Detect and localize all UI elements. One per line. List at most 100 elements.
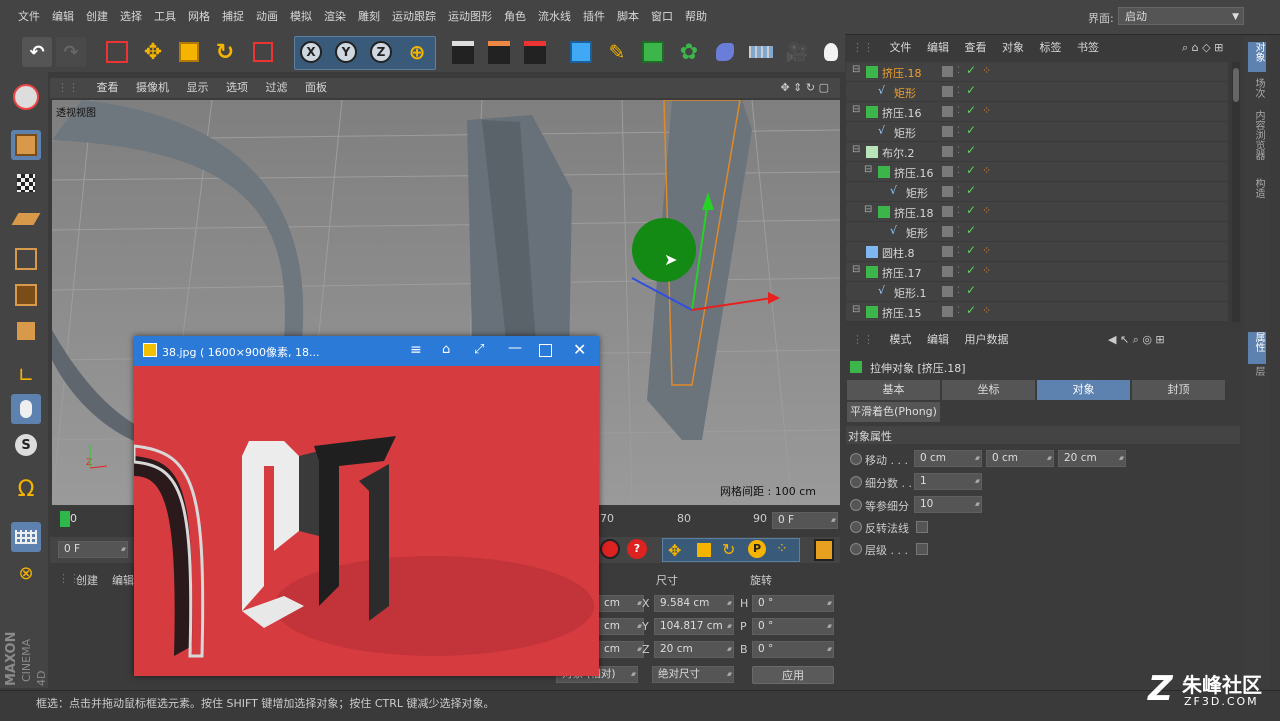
menu-item-7[interactable]: 动画 (250, 0, 284, 34)
menu-item-2[interactable]: 创建 (80, 0, 114, 34)
z-axis-button[interactable]: Z (366, 37, 396, 67)
expand-toggle-icon[interactable]: ⊟ (864, 204, 872, 215)
object-row[interactable]: ⊟ 挤压.16 ⁚ ✓ ⁘ (846, 162, 1228, 182)
om-menu-edit[interactable]: 编辑 (921, 38, 955, 58)
attr-menu-mode[interactable]: 模式 (884, 330, 918, 350)
menu-item-9[interactable]: 渲染 (318, 0, 352, 34)
start-frame-field[interactable]: 0 F (58, 541, 128, 558)
phong-tag-icon[interactable]: ⁘ (982, 164, 991, 177)
enabled-check-icon[interactable]: ✓ (966, 283, 976, 297)
layer-swatch[interactable] (942, 226, 953, 237)
move-animate-radio[interactable] (850, 453, 862, 465)
viewer-fullscreen-icon[interactable]: ⤢ (474, 342, 484, 357)
current-frame-field[interactable]: 0 F (772, 512, 838, 529)
attr-tab-phong[interactable]: 平滑着色(Phong) (847, 402, 941, 422)
camera-button[interactable]: 🎥 (782, 37, 812, 67)
attr-tab-object[interactable]: 对象 (1037, 380, 1131, 400)
menu-item-16[interactable]: 脚本 (611, 0, 645, 34)
cube-primitive-button[interactable] (566, 37, 596, 67)
viewer-pin-icon[interactable]: ⌂ (442, 342, 450, 357)
object-row[interactable]: 圆柱.8 ⁚ ✓ ⁘ (846, 242, 1228, 262)
menu-item-11[interactable]: 运动跟踪 (386, 0, 442, 34)
viewer-close-icon[interactable]: ✕ (573, 340, 586, 359)
flip-animate-radio[interactable] (850, 521, 862, 533)
expand-toggle-icon[interactable]: ⊟ (852, 144, 860, 155)
redo-button[interactable]: ↷ (56, 37, 86, 67)
key-scale-icon[interactable] (697, 543, 711, 557)
floor-button[interactable] (746, 37, 776, 67)
layer-swatch[interactable] (942, 126, 953, 137)
lock-workplane-button[interactable]: ⊗ (11, 558, 41, 588)
phong-tag-icon[interactable]: ⁘ (982, 264, 991, 277)
visibility-dots-icon[interactable]: ⁚ (957, 166, 960, 176)
enabled-check-icon[interactable]: ✓ (966, 163, 976, 177)
render-settings-button[interactable] (520, 37, 550, 67)
viewport-menu-filter[interactable]: 过滤 (259, 78, 295, 98)
apply-button[interactable]: 应用 (752, 666, 834, 684)
axis-mode-button[interactable]: ∟ (11, 360, 41, 390)
light-button[interactable] (816, 37, 846, 67)
texture-mode-button[interactable] (11, 168, 41, 198)
enabled-check-icon[interactable]: ✓ (966, 263, 976, 277)
menu-item-15[interactable]: 插件 (577, 0, 611, 34)
viewport-menu-options[interactable]: 选项 (219, 78, 255, 98)
subdivision-button[interactable] (638, 37, 668, 67)
om-menu-tags[interactable]: 标签 (1034, 38, 1068, 58)
side-tab-content-browser[interactable]: 内容浏览器 (1248, 110, 1266, 176)
visibility-dots-icon[interactable]: ⁚ (957, 86, 960, 96)
edges-mode-button[interactable] (11, 280, 41, 310)
polygons-mode-button[interactable] (11, 316, 41, 346)
rot-b-field[interactable]: 0 ° (752, 641, 834, 658)
visibility-dots-icon[interactable]: ⁚ (957, 126, 960, 136)
menu-item-0[interactable]: 文件 (12, 0, 46, 34)
visibility-dots-icon[interactable]: ⁚ (957, 226, 960, 236)
layer-swatch[interactable] (942, 306, 953, 317)
grid-snap-button[interactable] (11, 522, 41, 552)
viewport-menu-panel[interactable]: 面板 (298, 78, 334, 98)
layer-swatch[interactable] (942, 286, 953, 297)
position-z-field[interactable]: cm (598, 641, 644, 658)
move-y-field[interactable]: 0 cm (986, 450, 1054, 467)
attr-menu-userdata[interactable]: 用户数据 (959, 330, 1015, 350)
live-selection-button[interactable] (102, 37, 132, 67)
timeline-window-icon[interactable] (814, 539, 834, 561)
menu-item-13[interactable]: 角色 (498, 0, 532, 34)
menu-item-1[interactable]: 编辑 (46, 0, 80, 34)
tweak-mode-button[interactable] (11, 394, 41, 424)
side-tab-structure[interactable]: 构造 (1248, 178, 1266, 208)
om-menu-bookmarks[interactable]: 书签 (1071, 38, 1105, 58)
make-editable-button[interactable] (11, 82, 41, 112)
attr-nav-icons[interactable]: ◀ ↖ ⌕ ◎ ⊞ (1102, 330, 1171, 350)
viewport-menu-view[interactable]: 查看 (90, 78, 126, 98)
layer-swatch[interactable] (942, 246, 953, 257)
recent-tool-button[interactable] (248, 37, 278, 67)
snap-button[interactable]: S (11, 430, 41, 460)
phong-tag-icon[interactable]: ⁘ (982, 204, 991, 217)
phong-tag-icon[interactable]: ⁘ (982, 244, 991, 257)
visibility-dots-icon[interactable]: ⁚ (957, 106, 960, 116)
side-tab-attributes[interactable]: 属性 (1248, 332, 1266, 364)
menu-item-17[interactable]: 窗口 (645, 0, 679, 34)
y-axis-button[interactable]: Y (331, 37, 361, 67)
image-viewer-window[interactable]: 38.jpg ( 1600×900像素, 18... ≡ ⌂ ⤢ — ✕ (134, 336, 599, 676)
menu-item-8[interactable]: 模拟 (284, 0, 318, 34)
menu-item-18[interactable]: 帮助 (679, 0, 713, 34)
coord-tab-edit[interactable]: 编辑 (112, 572, 134, 588)
layer-swatch[interactable] (942, 66, 953, 77)
coordinate-system-button[interactable]: ⊕ (402, 37, 432, 67)
object-row[interactable]: ⊟ 挤压.18 ⁚ ✓ ⁘ (846, 202, 1228, 222)
coord-tab-create[interactable]: 创建 (76, 572, 98, 588)
expand-toggle-icon[interactable]: ⊟ (852, 304, 860, 315)
enabled-check-icon[interactable]: ✓ (966, 183, 976, 197)
visibility-dots-icon[interactable]: ⁚ (957, 306, 960, 316)
viewport-menu-display[interactable]: 显示 (180, 78, 216, 98)
deformer-button[interactable] (710, 37, 740, 67)
object-row[interactable]: ⊟ 布尔.2 ⁚ ✓ (846, 142, 1228, 162)
object-row[interactable]: √ 矩形 ⁚ ✓ (846, 82, 1228, 102)
rot-h-field[interactable]: 0 ° (752, 595, 834, 612)
object-row[interactable]: √ 矩形.1 ⁚ ✓ (846, 282, 1228, 302)
points-mode-button[interactable] (11, 244, 41, 274)
viewer-maximize-icon[interactable] (539, 344, 552, 357)
layer-swatch[interactable] (942, 206, 953, 217)
enabled-check-icon[interactable]: ✓ (966, 243, 976, 257)
